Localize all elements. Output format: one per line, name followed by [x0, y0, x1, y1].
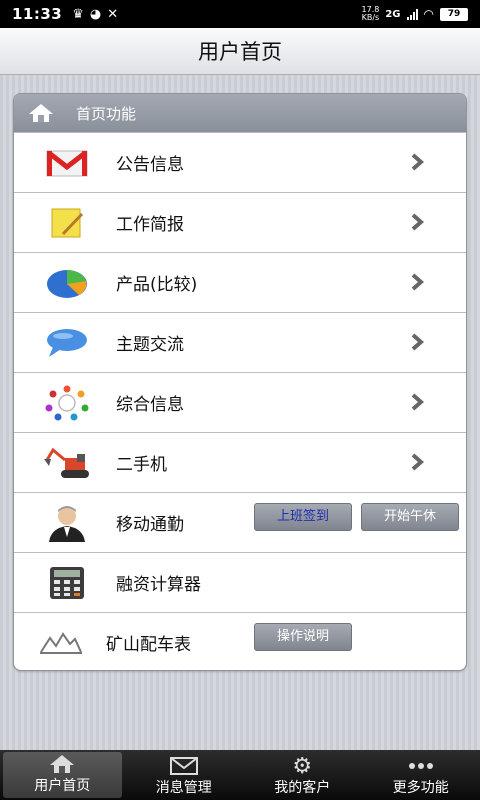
note-icon [42, 203, 92, 243]
wifi-icon: ◠ [423, 7, 434, 21]
gauge-icon: ◕ [89, 6, 102, 22]
nav-messages[interactable]: 消息管理 [125, 750, 244, 800]
nav-customers[interactable]: ⚙ 我的客户 [243, 750, 362, 800]
page-title: 用户首页 [198, 40, 282, 64]
mountain-icon [36, 623, 86, 663]
calculator-icon [42, 563, 92, 603]
menu-item-label: 移动通勤 [116, 515, 184, 535]
home-icon [28, 103, 62, 123]
menu-item-announcements[interactable]: 公告信息 [14, 132, 466, 192]
clock-in-button[interactable]: 上班签到 [254, 503, 352, 531]
nav-label: 消息管理 [155, 780, 212, 796]
nav-label: 用户首页 [34, 778, 91, 794]
excavator-icon [42, 443, 92, 483]
nav-label: 更多功能 [392, 780, 449, 796]
chat-bubble-icon [42, 323, 92, 363]
tools-icon: ✕ [107, 6, 119, 22]
menu-item-label: 公告信息 [116, 155, 184, 175]
menu-item-label: 二手机 [116, 455, 167, 475]
menu-item-work-report[interactable]: 工作简报 [14, 192, 466, 252]
status-bar: 11:33 ♛ ◕ ✕ 17.8 KB/s 2G ◠ 79 [0, 0, 480, 28]
mail-icon [42, 143, 92, 183]
menu-item-topics[interactable]: 主题交流 [14, 312, 466, 372]
nav-label: 我的客户 [274, 780, 331, 796]
menu-item-label: 产品(比较) [116, 275, 198, 295]
envelope-icon [169, 755, 198, 777]
gear-icon: ⚙ [292, 753, 313, 779]
menu-item-general-info[interactable]: 综合信息 [14, 372, 466, 432]
menu-item-finance-calculator[interactable]: 融资计算器 [14, 552, 466, 612]
network-type: 2G [385, 8, 401, 20]
chevron-right-icon [411, 453, 424, 471]
start-lunch-break-button[interactable]: 开始午休 [361, 503, 459, 531]
operation-instructions-button[interactable]: 操作说明 [254, 623, 352, 651]
menu-card: 首页功能 公告信息 工作简报 产品(比较) 主题交流 综合信息 二手机 移动通勤… [13, 93, 467, 671]
title-bar: 用户首页 [0, 28, 480, 75]
more-icon [408, 755, 434, 777]
menu-item-label: 综合信息 [116, 395, 184, 415]
bottom-nav: 用户首页 消息管理 ⚙ 我的客户 更多功能 [0, 750, 480, 800]
people-circle-icon [42, 383, 92, 423]
menu-item-label: 主题交流 [116, 335, 184, 355]
chevron-right-icon [411, 393, 424, 411]
nav-more[interactable]: 更多功能 [362, 750, 480, 800]
menu-item-mine-vehicle-table[interactable]: 矿山配车表 操作说明 [14, 612, 466, 670]
chevron-right-icon [411, 333, 424, 351]
menu-item-mobile-commute[interactable]: 移动通勤 上班签到 开始午休 [14, 492, 466, 552]
status-time: 11:33 [12, 5, 63, 23]
chevron-right-icon [411, 153, 424, 171]
menu-item-label: 融资计算器 [116, 575, 201, 595]
battery-indicator: 79 [440, 7, 468, 21]
menu-item-label: 矿山配车表 [106, 635, 191, 655]
nav-home[interactable]: 用户首页 [3, 752, 122, 798]
pie-chart-icon [42, 263, 92, 303]
person-avatar-icon [42, 503, 92, 543]
chevron-right-icon [411, 273, 424, 291]
section-title: 首页功能 [76, 104, 137, 123]
signal-icon [406, 8, 418, 20]
menu-item-used-machines[interactable]: 二手机 [14, 432, 466, 492]
section-header: 首页功能 [14, 94, 466, 132]
chevron-right-icon [411, 213, 424, 231]
network-speed: 17.8 KB/s [361, 5, 380, 22]
crown-icon: ♛ [72, 6, 84, 22]
menu-item-label: 工作简报 [116, 215, 184, 235]
menu-item-products[interactable]: 产品(比较) [14, 252, 466, 312]
home-icon [49, 753, 75, 775]
